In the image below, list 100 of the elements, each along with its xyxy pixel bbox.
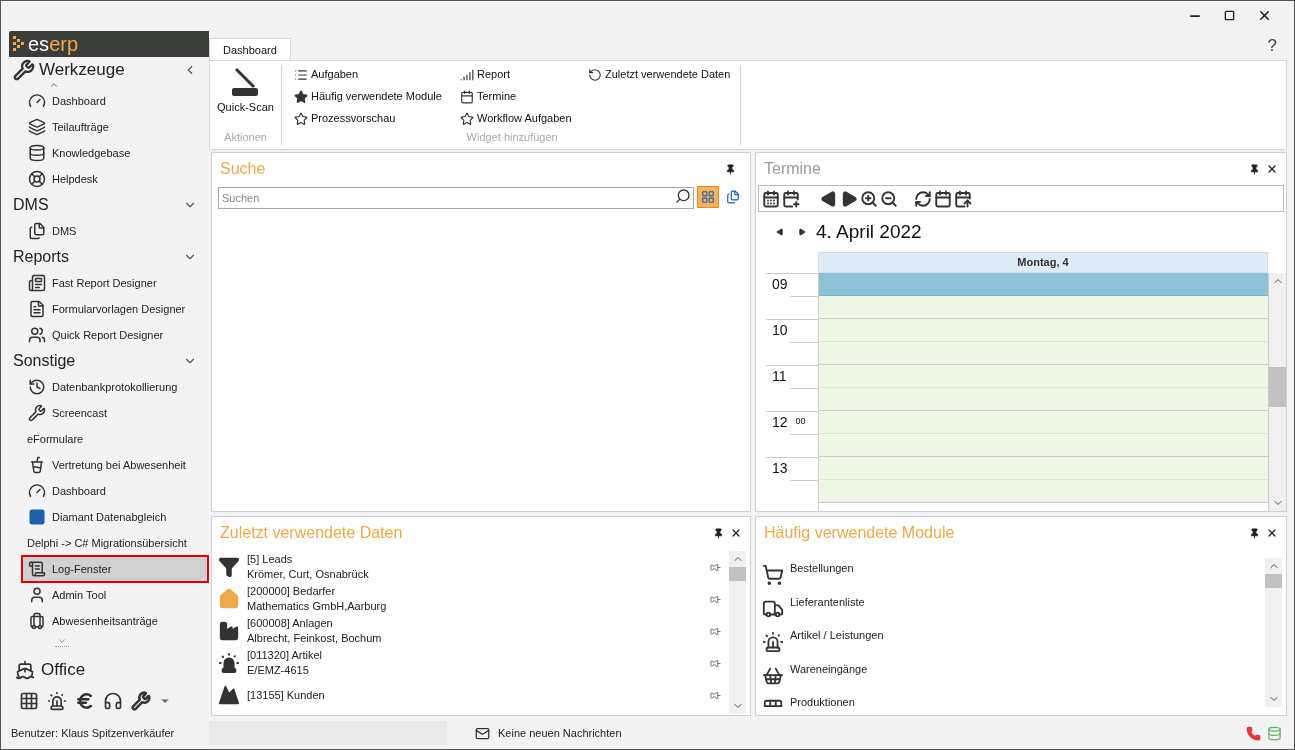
widget-button[interactable]: Prozessvorschau [294, 109, 452, 128]
widget-button[interactable]: Aufgaben [294, 65, 452, 84]
item-subtitle: Krömer, Curt, Osnabrück [247, 567, 370, 582]
sidebar-item[interactable]: Fast Report Designer [28, 270, 208, 297]
section-header[interactable]: DMS [13, 193, 49, 218]
user-status: Benutzer: Klaus Spitzenverkäufer [10, 725, 176, 741]
item-subtitle: Albrecht, Feinkost, Bochum [247, 631, 383, 646]
back-icon[interactable] [820, 189, 838, 208]
scrollbar[interactable] [729, 551, 746, 714]
section-header[interactable]: Sonstige [13, 349, 76, 374]
star-icon [294, 89, 308, 104]
widget-button[interactable]: Termine [460, 87, 580, 106]
sidebar-item[interactable]: Diamant Datenabgleich [28, 504, 208, 531]
hour-label: 13 [772, 459, 788, 478]
search-field[interactable]: Suchen [218, 187, 694, 209]
group-label: Widget hinzufügen [466, 129, 558, 145]
section-header[interactable]: Werkzeuge [39, 57, 125, 83]
scroll-thumb[interactable] [1265, 574, 1282, 588]
calendar-icon[interactable] [934, 189, 952, 208]
widget-button[interactable]: Häufig verwendete Module [294, 87, 452, 106]
siren-icon[interactable] [47, 690, 67, 711]
help-button[interactable]: ? [1267, 32, 1287, 60]
widget-button[interactable]: Report [460, 65, 580, 84]
forward-icon[interactable] [840, 189, 858, 208]
sidebar-item[interactable]: Formularvorlagen Designer [28, 296, 208, 323]
sidebar-item[interactable]: Vertretung bei Abwesenheit [28, 452, 208, 479]
sidebar-item[interactable]: Log-Fenster [22, 556, 208, 583]
calendar-add-icon[interactable] [782, 189, 800, 208]
sidebar-item[interactable]: eFormulare [28, 426, 208, 453]
sidebar-item[interactable]: Dashboard [28, 88, 208, 115]
sidebar-item[interactable]: Delphi -> C# Migrationsübersicht [28, 530, 208, 557]
sidebar-item[interactable]: DMS [28, 218, 208, 245]
panel-title: Häufig verwendete Module [764, 523, 955, 543]
scroll-thumb[interactable] [729, 567, 746, 581]
tools-icon [13, 59, 35, 82]
module-item[interactable]: Wareneingänge [756, 658, 1265, 692]
recent-item[interactable]: [600008] Anlagen Albrecht, Feinkost, Bochum [212, 615, 729, 647]
maximize-icon[interactable] [1224, 10, 1235, 21]
scroll-thumb[interactable] [1269, 367, 1286, 407]
history-icon [28, 378, 46, 397]
item-title: [200000] Bedarfer [247, 584, 337, 599]
refresh-icon[interactable] [914, 189, 932, 208]
next-icon[interactable] [798, 228, 806, 236]
filter-toggle[interactable] [697, 186, 719, 208]
zoom-in-icon[interactable] [860, 189, 878, 208]
recent-item[interactable]: [200000] Bedarfer Mathematics GmbH,Aarburg [212, 583, 729, 615]
item-title: [600008] Anlagen [247, 616, 334, 631]
scrollbar[interactable] [1265, 558, 1282, 707]
previous-icon[interactable] [776, 228, 784, 236]
section-header[interactable]: Reports [13, 245, 70, 270]
quick-scan-button[interactable]: Quick-Scan [217, 65, 274, 116]
pin-icon[interactable] [1249, 527, 1260, 539]
zoom-out-icon[interactable] [880, 189, 898, 208]
database-icon [28, 144, 46, 163]
hour-label: 11 [772, 367, 787, 386]
recent-item[interactable]: [5] Leads Krömer, Curt, Osnabrück [212, 551, 729, 583]
module-item[interactable]: Artikel / Leistungen [756, 625, 1265, 659]
widget-button[interactable]: Workflow Aufgaben [460, 109, 580, 128]
sidebar-item[interactable]: Abwesenheitsanträge [28, 608, 208, 635]
pin-icon[interactable] [713, 527, 724, 539]
phone-icon[interactable] [1246, 725, 1261, 741]
close-icon[interactable] [730, 527, 742, 539]
mail-icon[interactable] [475, 725, 490, 741]
widget-button[interactable]: Zuletzt verwendete Daten [588, 65, 731, 84]
calendar-next-icon[interactable] [954, 189, 972, 208]
pin-icon[interactable] [1249, 163, 1260, 175]
module-item[interactable]: Lieferantenliste [756, 591, 1265, 625]
sidebar-item[interactable]: Admin Tool [28, 582, 208, 609]
tools-icon[interactable] [131, 690, 151, 711]
item-title: [5] Leads [247, 552, 294, 567]
pin-icon[interactable] [725, 163, 736, 175]
calendar-icon [460, 89, 474, 104]
recent-item[interactable]: [13155] Kunden [212, 679, 729, 711]
headset-icon[interactable] [103, 690, 123, 711]
sidebar-item[interactable]: Dashboard [28, 478, 208, 505]
star-outline-icon [460, 111, 474, 126]
sidebar-item[interactable]: Quick Report Designer [28, 322, 208, 349]
panel-title: Suche [220, 159, 266, 179]
calendar-icon[interactable] [762, 189, 780, 208]
close-icon[interactable] [1266, 527, 1278, 539]
sidebar-item[interactable]: Teilaufträge [28, 114, 208, 141]
ribbon-tab[interactable]: Dashboard [209, 38, 291, 61]
close-icon[interactable] [1266, 163, 1278, 175]
module-item[interactable]: Produktionen [756, 692, 1265, 707]
sidebar-item[interactable]: Datenbankprotokollierung [28, 374, 208, 401]
sidebar-item[interactable]: Screencast [28, 400, 208, 427]
euro-icon[interactable] [75, 690, 95, 711]
table-icon[interactable] [19, 690, 39, 711]
close-icon[interactable] [1257, 8, 1272, 23]
sidebar-item[interactable]: Helpdesk [28, 166, 208, 193]
factory-icon [218, 620, 240, 642]
section-header[interactable]: Office [41, 656, 86, 683]
day-header[interactable]: Montag, 4 [818, 252, 1268, 273]
star-outline-icon [294, 111, 308, 126]
scrollbar[interactable] [1269, 273, 1286, 511]
sidebar-item[interactable]: Knowledgebase [28, 140, 208, 167]
recent-item[interactable]: [011320] Artikel E/EMZ-4615 [212, 647, 729, 679]
search-icon[interactable] [675, 188, 691, 204]
module-item[interactable]: Bestellungen [756, 558, 1265, 592]
messages-status: Keine neuen Nachrichten [498, 725, 622, 741]
